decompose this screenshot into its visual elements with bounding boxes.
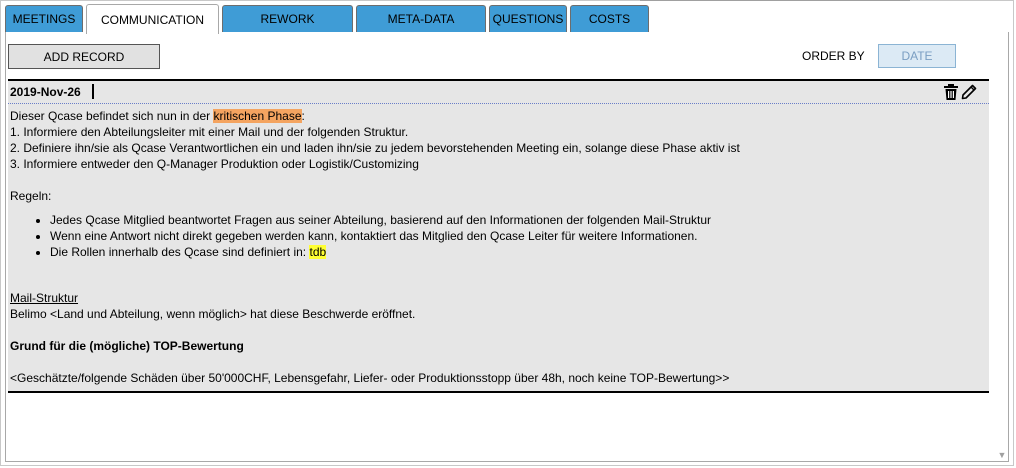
text-cursor — [92, 84, 94, 99]
rule-item: Die Rollen innerhalb des Qcase sind defi… — [50, 244, 980, 260]
record-header: 2019-Nov-26 — [8, 81, 989, 104]
communication-record: 2019-Nov-26 Dieser Qcase befindet sich n… — [8, 79, 989, 393]
rule-roles-text: Die Rollen innerhalb des Qcase sind defi… — [50, 245, 310, 259]
top-rating-line: <Geschätzte/folgende Schäden über 50'000… — [10, 371, 730, 385]
rule-item: Jedes Qcase Mitglied beantwortet Fragen … — [50, 212, 980, 228]
intro-text: Dieser Qcase befindet sich nun in der — [10, 109, 214, 123]
tab-meta-data[interactable]: META-DATA — [356, 5, 486, 32]
mail-structure-heading: Mail-Struktur — [10, 291, 79, 305]
tab-questions[interactable]: QUESTIONS — [489, 5, 567, 32]
top-rating-heading: Grund für die (mögliche) TOP-Bewertung — [10, 339, 244, 353]
rules-list: Jedes Qcase Mitglied beantwortet Fragen … — [10, 212, 980, 260]
divider — [640, 0, 910, 1]
tab-meetings[interactable]: MEETINGS — [5, 5, 83, 32]
intro-colon: : — [301, 109, 305, 123]
step-3: 3. Informiere entweder den Q-Manager Pro… — [10, 157, 419, 171]
intro-line: Dieser Qcase befindet sich nun in der kr… — [10, 108, 980, 124]
rule-item: Wenn eine Antwort nicht direkt gegeben w… — [50, 228, 980, 244]
tab-costs[interactable]: COSTS — [570, 5, 649, 32]
trash-icon[interactable] — [944, 84, 960, 101]
mail-structure-line: Belimo <Land und Abteilung, wenn möglich… — [10, 307, 416, 321]
step-2: 2. Definiere ihn/sie als Qcase Verantwor… — [10, 141, 740, 155]
tab-rework[interactable]: REWORK — [222, 5, 353, 32]
record-date: 2019-Nov-26 — [10, 85, 81, 99]
step-1: 1. Informiere den Abteilungsleiter mit e… — [10, 125, 409, 139]
pencil-icon[interactable] — [961, 84, 977, 101]
tdb-highlight: tdb — [309, 245, 327, 259]
add-record-button[interactable]: ADD RECORD — [8, 44, 160, 69]
critical-phase-highlight: kritischen Phase — [213, 109, 302, 123]
rules-heading: Regeln: — [10, 189, 52, 203]
scroll-down-arrow[interactable]: ▼ — [997, 450, 1007, 460]
tab-communication[interactable]: COMMUNICATION — [86, 4, 219, 34]
record-body: Dieser Qcase befindet sich nun in der kr… — [10, 108, 980, 386]
order-by-label: ORDER BY — [802, 49, 865, 63]
order-by-date-button[interactable]: DATE — [878, 44, 956, 68]
